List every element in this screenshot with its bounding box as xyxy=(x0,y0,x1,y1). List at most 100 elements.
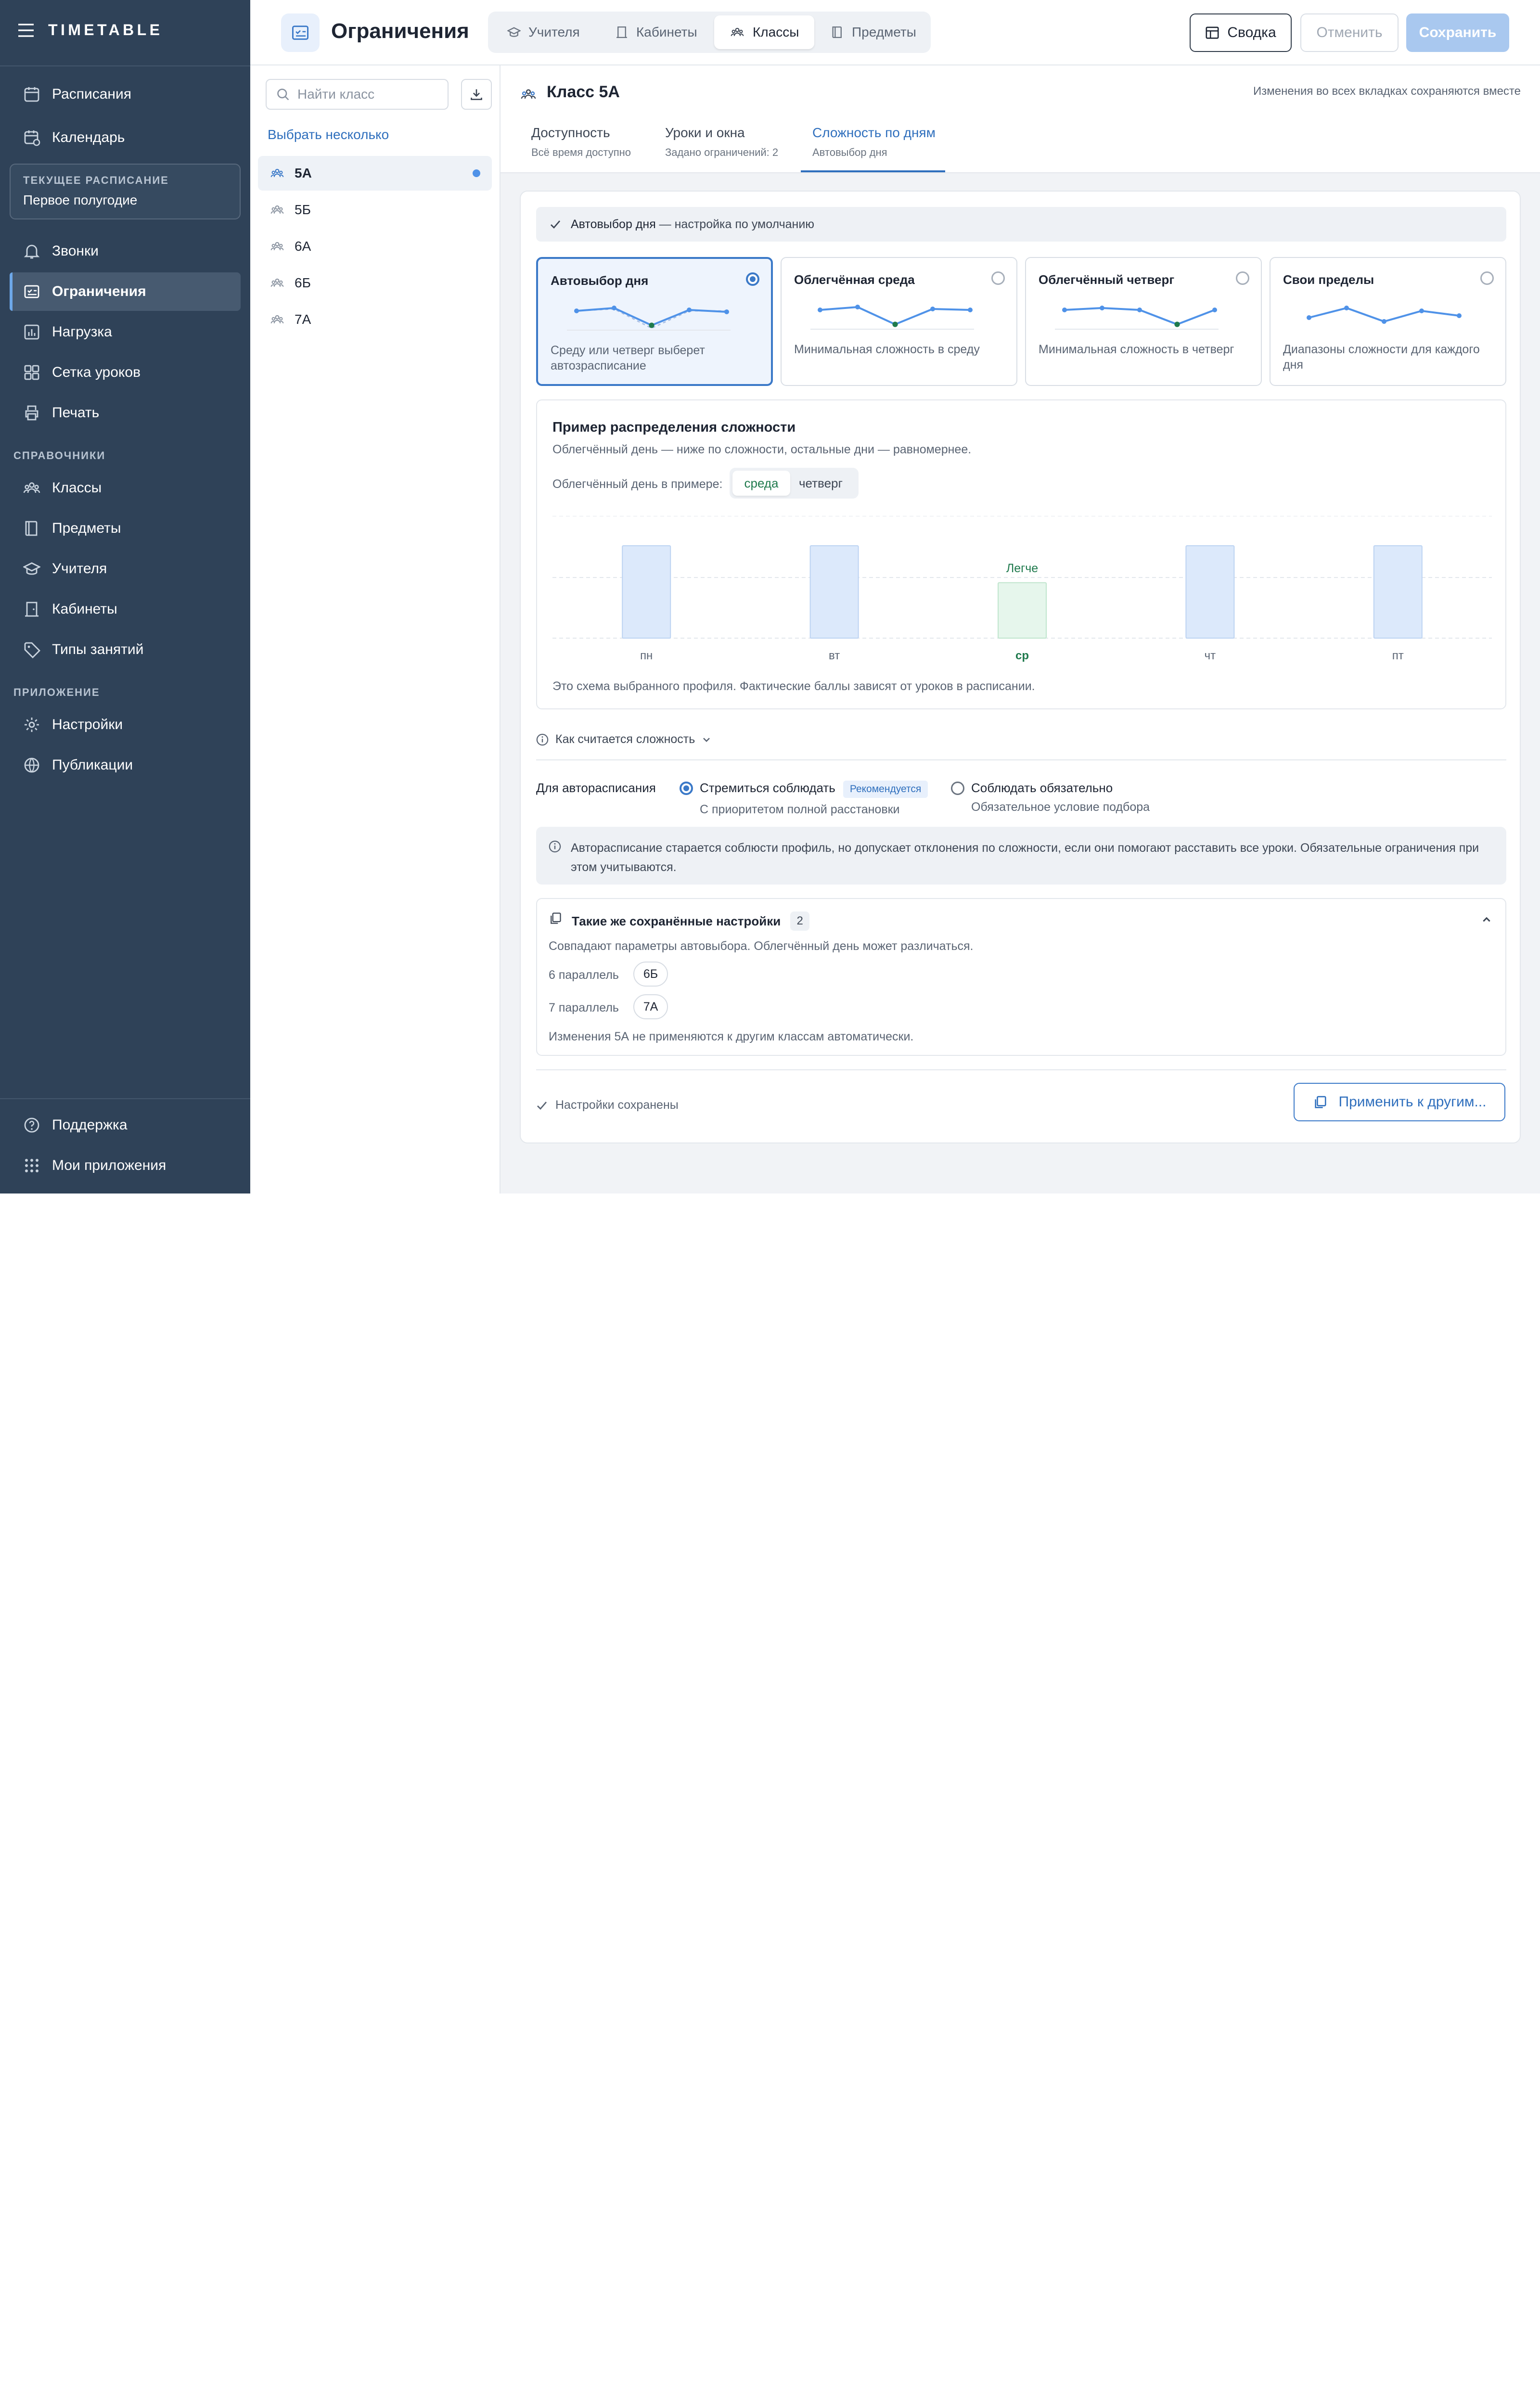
class-list-item[interactable]: 5А xyxy=(258,156,492,191)
tab-lessons-gaps[interactable]: Уроки и окна Задано ограничений: 2 xyxy=(665,125,778,159)
tab-availability[interactable]: Доступность Всё время доступно xyxy=(531,125,631,159)
tab-day-difficulty[interactable]: Сложность по дням Автовыбор дня xyxy=(812,125,936,159)
recommended-badge: Рекомендуется xyxy=(843,781,928,798)
sidebar-item-subjects[interactable]: Предметы xyxy=(10,509,241,548)
profile-sparkline xyxy=(1055,306,1219,330)
option-auto-day[interactable]: Автовыбор дня Среду или четверг выберет … xyxy=(536,257,773,386)
light-day-switch: среда четверг xyxy=(730,468,859,499)
sidebar-item-label: Мои приложения xyxy=(52,1157,167,1173)
tag-icon xyxy=(24,642,40,658)
radio-label: Соблюдать обязательно xyxy=(971,781,1113,795)
apply-to-others-button[interactable]: Применить к другим... xyxy=(1294,1083,1505,1121)
sidebar-item-classes[interactable]: Классы xyxy=(10,469,241,507)
active-tab-indicator xyxy=(801,170,945,172)
chevron-up-icon[interactable] xyxy=(1481,914,1492,925)
check-icon xyxy=(551,220,561,229)
sidebar-item-settings[interactable]: Настройки xyxy=(10,706,241,744)
light-day-thursday[interactable]: четверг xyxy=(799,471,843,496)
sidebar-item-lesson-types[interactable]: Типы занятий xyxy=(10,630,241,669)
light-day-wednesday[interactable]: среда xyxy=(732,471,790,496)
sidebar-item-label: Публикации xyxy=(52,757,133,773)
save-button[interactable]: Сохранить xyxy=(1406,13,1509,52)
people-icon xyxy=(270,315,284,324)
constraints-icon xyxy=(24,285,39,298)
sidebar: TIMETABLE Расписания Календарь ТЕКУЩЕЕ Р… xyxy=(0,0,250,1194)
option-title: Автовыбор дня xyxy=(551,273,649,288)
class-list-item[interactable]: 6А xyxy=(258,229,492,264)
current-schedule-label: ТЕКУЩЕЕ РАСПИСАНИЕ xyxy=(23,174,169,186)
tab-rooms[interactable]: Кабинеты xyxy=(600,15,713,49)
class-chip[interactable]: 6Б xyxy=(633,962,668,987)
default-banner: Автовыбор дня — настройка по умолчанию xyxy=(536,207,1506,242)
class-list-item[interactable]: 6Б xyxy=(258,266,492,300)
option-title: Свои пределы xyxy=(1283,272,1374,287)
option-radio[interactable] xyxy=(746,272,759,286)
sidebar-item-support[interactable]: Поддержка xyxy=(10,1106,241,1144)
menu-icon[interactable] xyxy=(17,23,35,37)
cancel-button[interactable]: Отменить xyxy=(1300,13,1399,52)
option-custom-limits[interactable]: Свои пределы Диапазоны сложности для каж… xyxy=(1270,257,1506,386)
sidebar-item-my-apps[interactable]: Мои приложения xyxy=(10,1146,241,1185)
option-title: Облегчённая среда xyxy=(794,272,915,287)
select-multiple-link[interactable]: Выбрать несколько xyxy=(268,127,389,142)
gear-icon xyxy=(25,718,39,732)
radio-mandatory[interactable]: Соблюдать обязательно Обязательное услов… xyxy=(951,781,1150,814)
tab-label: Предметы xyxy=(852,25,916,39)
how-difficulty-toggle[interactable]: Как считается сложность xyxy=(536,732,711,746)
people-icon xyxy=(270,168,284,178)
class-list-item[interactable]: 5Б xyxy=(258,192,492,227)
sidebar-item-constraints[interactable]: Ограничения xyxy=(10,272,241,311)
sidebar-item-bells[interactable]: Звонки xyxy=(10,232,241,270)
option-light-thursday[interactable]: Облегчённый четверг Минимальная сложност… xyxy=(1025,257,1262,386)
tab-teachers[interactable]: Учителя xyxy=(492,15,595,49)
option-radio[interactable] xyxy=(991,271,1005,285)
example-title: Пример распределения сложности xyxy=(552,420,796,435)
light-day-label: Облегчённый день в примере: xyxy=(552,477,723,491)
auto-info-box: Авторасписание старается соблюсти профил… xyxy=(536,827,1506,885)
class-chip[interactable]: 7А xyxy=(633,994,668,1019)
summary-button[interactable]: Сводка xyxy=(1190,13,1292,52)
main-content: Класс 5А Изменения во всех вкладках сохр… xyxy=(500,65,1540,1194)
bar-ср xyxy=(998,582,1047,639)
tab-subjects[interactable]: Предметы xyxy=(815,15,932,49)
difficulty-example: Пример распределения сложности Облегчённ… xyxy=(536,399,1506,709)
brand[interactable]: TIMETABLE xyxy=(17,21,163,39)
bar-вт xyxy=(809,545,859,639)
graduation-cap-icon xyxy=(23,562,40,575)
radio-circle[interactable] xyxy=(680,782,693,795)
radio-sub: Обязательное условие подбора xyxy=(971,800,1150,814)
same-desc: Совпадают параметры автовыбора. Облегчён… xyxy=(549,939,974,953)
grid-icon xyxy=(24,365,39,380)
book-icon xyxy=(832,26,842,38)
class-search-input[interactable]: Найти класс xyxy=(266,79,449,110)
sidebar-item-rooms[interactable]: Кабинеты xyxy=(10,590,241,629)
sidebar-item-label: Ограничения xyxy=(52,283,146,299)
tab-sub: Всё время доступно xyxy=(531,146,631,158)
sidebar-item-publications[interactable]: Публикации xyxy=(10,746,241,784)
calendar-clock-icon xyxy=(24,130,40,146)
sidebar-item-print[interactable]: Печать xyxy=(10,394,241,432)
bar-пн xyxy=(622,545,671,639)
globe-icon xyxy=(24,757,39,773)
class-list-item[interactable]: 7А xyxy=(258,302,492,337)
radio-try-follow[interactable]: Стремиться соблюдать Рекомендуется С прио… xyxy=(680,781,928,817)
option-light-wednesday[interactable]: Облегчённая среда Минимальная сложность … xyxy=(781,257,1017,386)
current-schedule-selector[interactable]: ТЕКУЩЕЕ РАСПИСАНИЕ Первое полугодие xyxy=(10,164,241,219)
sidebar-item-calendar[interactable]: Календарь xyxy=(10,118,241,157)
door-icon xyxy=(616,26,627,38)
option-radio[interactable] xyxy=(1236,271,1249,285)
option-radio[interactable] xyxy=(1480,271,1494,285)
tab-classes[interactable]: Классы xyxy=(714,15,815,49)
info-icon xyxy=(549,840,561,853)
example-subtitle: Облегчённый день — ниже по сложности, ос… xyxy=(552,443,972,456)
sidebar-item-label: Календарь xyxy=(52,129,125,145)
load-chart-icon xyxy=(24,324,39,340)
sidebar-item-load[interactable]: Нагрузка xyxy=(10,313,241,351)
divider xyxy=(536,759,1506,760)
download-button[interactable] xyxy=(461,79,492,110)
sidebar-item-grid[interactable]: Сетка уроков xyxy=(10,353,241,392)
radio-circle[interactable] xyxy=(951,782,964,795)
sidebar-item-teachers[interactable]: Учителя xyxy=(10,550,241,588)
people-icon xyxy=(270,278,284,287)
sidebar-item-schedules[interactable]: Расписания xyxy=(10,75,241,114)
